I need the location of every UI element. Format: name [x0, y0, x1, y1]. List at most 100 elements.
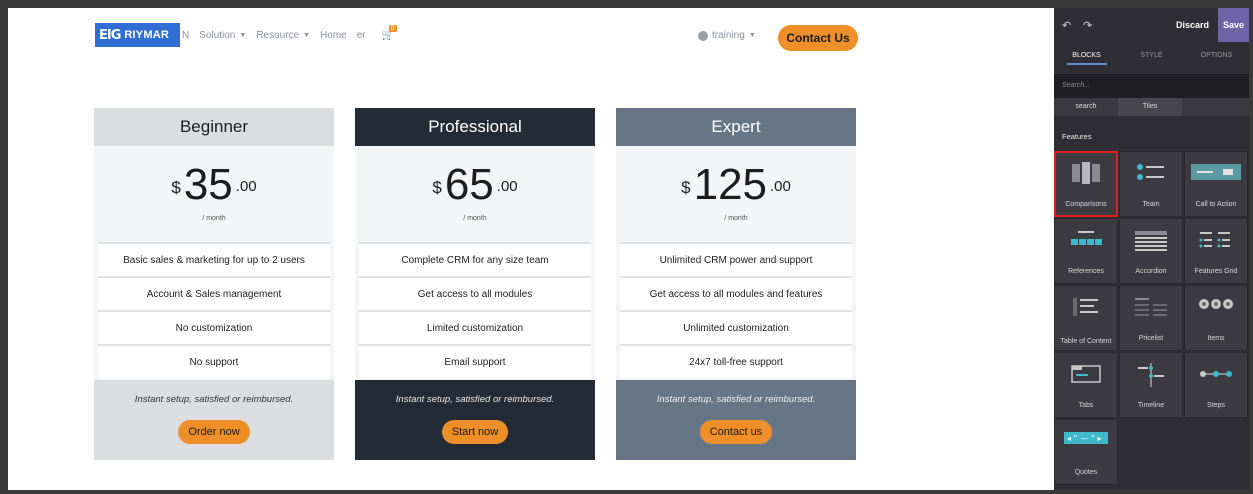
block-features-grid[interactable]: Features Grid [1184, 218, 1248, 284]
caret-down-icon: ▼ [748, 32, 756, 39]
user-menu[interactable]: training ▼ [698, 30, 756, 41]
block-timeline[interactable]: Timeline [1119, 352, 1183, 418]
save-button[interactable]: Save [1218, 8, 1249, 42]
nav-item-label: er [356, 30, 366, 41]
logo-mark: EIG [99, 27, 121, 43]
currency: $ [171, 178, 181, 197]
cart-count-badge: 0 [388, 25, 397, 32]
block-tabs[interactable]: Tabs [1054, 352, 1118, 418]
website-preview: EIG RIYMAR N Solution ▼ Resource ▼ Home er… [8, 8, 1054, 490]
blocks-search-input[interactable]: Search... [1054, 74, 1249, 98]
plan-price: $ 125 .00 / month [616, 146, 856, 242]
plan-footer-text: Instant setup, satisfied or reimbursed. [395, 394, 555, 405]
accordion-icon [1135, 231, 1167, 251]
nav-item-er[interactable]: er [357, 30, 366, 41]
feature-item: Complete CRM for any size team [359, 242, 591, 276]
tab-blocks[interactable]: BLOCKS [1054, 42, 1119, 68]
block-label: Pricelist [1138, 335, 1164, 342]
block-label: Team [1142, 201, 1160, 208]
block-label: References [1068, 268, 1104, 275]
comparisons-icon [1072, 162, 1100, 184]
feature-item: Limited customization [359, 310, 591, 344]
items-icon [1199, 299, 1233, 309]
call-to-action-icon [1191, 164, 1241, 180]
nav-item-solution[interactable]: Solution ▼ [199, 30, 246, 41]
feature-item: 24x7 toll-free support [620, 344, 852, 378]
block-label: Tabs [1078, 402, 1094, 409]
plan-footer-text: Instant setup, satisfied or reimbursed. [134, 394, 294, 405]
feature-item: Email support [359, 344, 591, 378]
nav-links: N Solution ▼ Resource ▼ Home er 🛒 0 [182, 25, 397, 41]
svg-text:◂ “ — ” ▸: ◂ “ — ” ▸ [1067, 434, 1102, 443]
feature-item: Unlimited customization [620, 310, 852, 344]
nav-item-resource[interactable]: Resource ▼ [256, 30, 310, 41]
section-title-features: Features [1062, 132, 1092, 141]
plan-price: $ 65 .00 / month [355, 146, 595, 242]
block-table-of-content[interactable]: Table of Content [1054, 285, 1118, 351]
feature-item: Unlimited CRM power and support [620, 242, 852, 276]
block-chip-tiles[interactable]: Tiles [1118, 98, 1182, 116]
currency: $ [681, 178, 691, 197]
nav-item-label: Resource [256, 30, 300, 41]
nav-item-home[interactable]: Home [320, 30, 347, 41]
editor-panel: ↶ ↷ Discard Save BLOCKS STYLE OPTIONS Se… [1054, 8, 1249, 490]
currency: $ [432, 178, 442, 197]
logo-text: RIYMAR [124, 29, 169, 41]
pricing-card-professional: Professional $ 65 .00 / month Complete C… [355, 108, 595, 460]
plan-price: $ 35 .00 / month [94, 146, 334, 242]
pricelist-icon [1135, 298, 1167, 316]
pricing-card-beginner: Beginner $ 35 .00 / month Basic sales & … [94, 108, 334, 460]
pricing-card-expert: Expert $ 125 .00 / month Unlimited CRM p… [616, 108, 856, 460]
block-chip-search[interactable]: search [1054, 98, 1118, 116]
nav-item-label: Solution [199, 30, 236, 41]
discard-button[interactable]: Discard [1176, 20, 1209, 30]
block-quotes[interactable]: ◂ “ — ” ▸ Quotes [1054, 419, 1118, 485]
tab-options[interactable]: OPTIONS [1184, 42, 1249, 68]
contact-us-button[interactable]: Contact Us [778, 25, 858, 51]
plan-footer: Instant setup, satisfied or reimbursed. … [94, 380, 334, 460]
user-name: training [712, 30, 745, 41]
block-label: Timeline [1137, 402, 1165, 409]
order-now-button[interactable]: Order now [178, 420, 250, 444]
nav-item-label: N [182, 30, 190, 41]
caret-down-icon: ▼ [239, 32, 247, 39]
nav-item-n[interactable]: N [182, 30, 189, 41]
start-now-button[interactable]: Start now [441, 420, 509, 444]
price-amount: 65 [444, 160, 494, 209]
price-amount: 35 [183, 160, 233, 209]
feature-item: Account & Sales management [98, 276, 330, 310]
block-accordion[interactable]: Accordion [1119, 218, 1183, 284]
block-team[interactable]: Team [1119, 151, 1183, 217]
site-logo[interactable]: EIG RIYMAR [95, 23, 180, 47]
plan-title: Professional [355, 108, 595, 146]
tabs-icon [1071, 365, 1101, 383]
block-label: Table of Content [1060, 338, 1112, 345]
user-avatar-icon [698, 30, 708, 41]
price-period: / month [202, 215, 226, 222]
cart-icon[interactable]: 🛒 0 [382, 25, 397, 41]
block-call-to-action[interactable]: Call to Action [1184, 151, 1248, 217]
site-navbar: EIG RIYMAR N Solution ▼ Resource ▼ Home er… [8, 8, 1054, 68]
block-references[interactable]: References [1054, 218, 1118, 284]
block-comparisons[interactable]: Comparisons [1054, 151, 1118, 217]
references-icon [1071, 231, 1102, 245]
undo-icon[interactable]: ↶ [1062, 19, 1071, 32]
price-period: / month [724, 215, 748, 222]
block-label: Comparisons [1065, 201, 1107, 208]
contact-us-plan-button[interactable]: Contact us [699, 420, 773, 444]
features-grid-icon [1199, 232, 1230, 248]
block-label: Steps [1207, 402, 1225, 409]
block-steps[interactable]: Steps [1184, 352, 1248, 418]
block-label: Features Grid [1194, 268, 1238, 275]
feature-item: Get access to all modules and features [620, 276, 852, 310]
feature-item: No support [98, 344, 330, 378]
tab-style[interactable]: STYLE [1119, 42, 1184, 68]
nav-item-label: Home [320, 30, 347, 41]
plan-title: Beginner [94, 108, 334, 146]
redo-icon[interactable]: ↷ [1083, 19, 1092, 32]
block-items[interactable]: Items [1184, 285, 1248, 351]
team-icon [1137, 164, 1164, 180]
plan-footer: Instant setup, satisfied or reimbursed. … [616, 380, 856, 460]
price-period: / month [463, 215, 487, 222]
block-pricelist[interactable]: Pricelist [1119, 285, 1183, 351]
